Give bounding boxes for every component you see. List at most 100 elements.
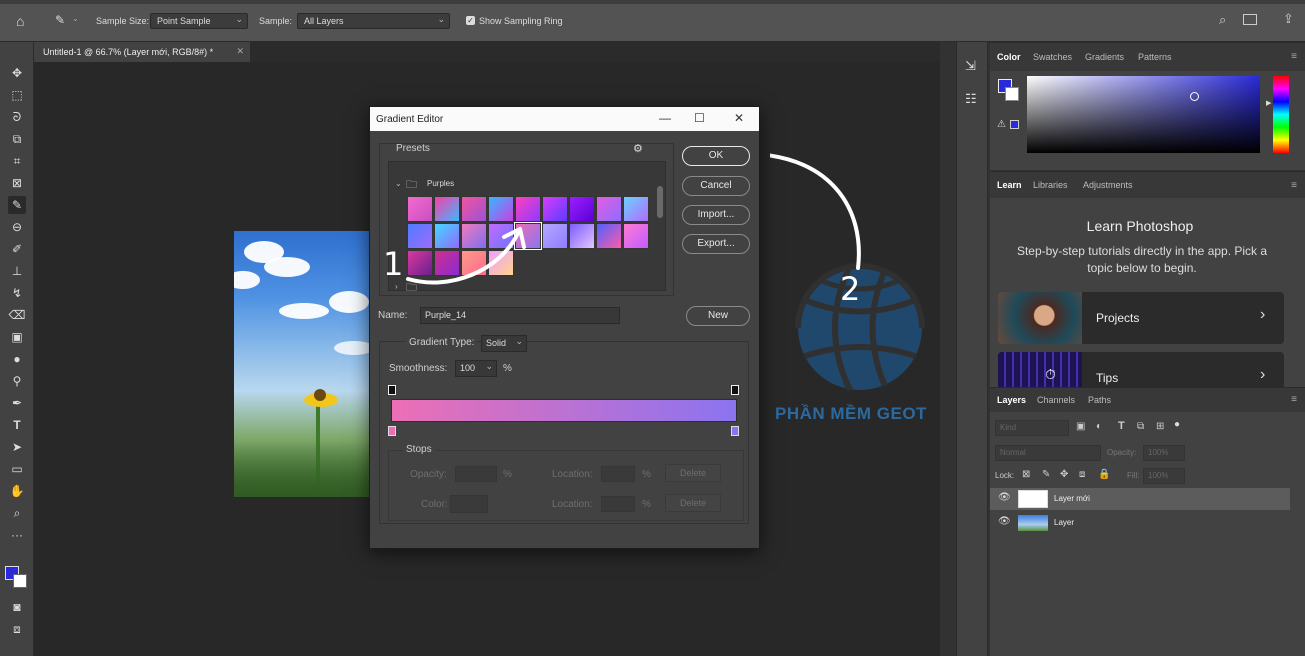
lock-artboard-icon[interactable]: ⧈ (1079, 469, 1085, 480)
tab-swatches[interactable]: Swatches (1033, 52, 1072, 62)
zoom-tool-icon[interactable]: ⌕ (8, 504, 26, 522)
gradient-preset-swatch[interactable] (488, 196, 514, 222)
color-picker-ring[interactable] (1190, 92, 1199, 101)
tab-gradients[interactable]: Gradients (1085, 52, 1124, 62)
ok-button[interactable]: OK (682, 146, 750, 166)
layer-row[interactable]: 👁 Layer mới (990, 488, 1290, 510)
layer-kind-filter[interactable]: Kind (995, 420, 1069, 436)
gradient-preset-swatch[interactable] (407, 196, 433, 222)
gradient-name-input[interactable]: Purple_14 (420, 307, 620, 324)
panel-menu-icon[interactable]: ≡ (1291, 51, 1297, 62)
tab-channels[interactable]: Channels (1037, 395, 1075, 405)
path-select-icon[interactable]: ➤ (8, 438, 26, 456)
more-tools-icon[interactable]: ··· (8, 526, 26, 544)
gear-icon[interactable]: ⚙ (633, 142, 643, 155)
export-button[interactable]: Export... (682, 234, 750, 254)
maximize-icon[interactable]: ☐ (694, 111, 705, 125)
gradient-preset-swatch[interactable] (596, 223, 622, 249)
frame-tool-icon[interactable]: ⊠ (8, 174, 26, 192)
eraser-tool-icon[interactable]: ⌫ (8, 306, 26, 324)
gradient-preset-swatch[interactable] (623, 196, 649, 222)
screen-mode-icon[interactable]: ⧈ (8, 620, 26, 638)
sample-size-select[interactable]: Point Sample ⌄ (150, 13, 248, 29)
gradient-preview-bar[interactable] (391, 399, 737, 422)
layer-row[interactable]: 👁 Layer (990, 512, 1290, 534)
dodge-tool-icon[interactable]: ⚲ (8, 372, 26, 390)
history-panel-icon[interactable]: ⇲ (965, 58, 976, 74)
gradient-preset-swatch[interactable] (515, 196, 541, 222)
color-field[interactable] (1027, 76, 1260, 153)
lasso-tool-icon[interactable]: ᘐ (8, 108, 26, 126)
presets-scrollbar[interactable] (657, 166, 663, 288)
tab-learn[interactable]: Learn (997, 180, 1022, 190)
cancel-button[interactable]: Cancel (682, 176, 750, 196)
gradient-type-select[interactable]: Solid ⌄ (481, 335, 527, 352)
new-button[interactable]: New (686, 306, 750, 326)
filter-toggle-icon[interactable]: ● (1174, 419, 1180, 430)
scroll-thumb[interactable] (657, 186, 663, 218)
gradient-preset-swatch[interactable] (542, 223, 568, 249)
import-button[interactable]: Import... (682, 205, 750, 225)
chevron-down-icon[interactable]: ⌄ (72, 14, 79, 23)
gradient-preset-swatch[interactable] (569, 196, 595, 222)
marquee-tool-icon[interactable]: ⬚ (8, 86, 26, 104)
gradient-preset-swatch[interactable] (542, 196, 568, 222)
tab-paths[interactable]: Paths (1088, 395, 1111, 405)
close-icon[interactable]: ✕ (734, 111, 744, 125)
chevron-down-icon[interactable]: ⌄ (395, 179, 402, 188)
close-icon[interactable]: ✕ (236, 46, 244, 57)
stamp-tool-icon[interactable]: ⊥ (8, 262, 26, 280)
object-select-tool-icon[interactable]: ⧉ (8, 130, 26, 148)
smoothness-input[interactable]: 100 ⌄ (455, 360, 497, 377)
lock-transparent-icon[interactable]: ⊠ (1022, 469, 1030, 480)
share-icon[interactable]: ⇪ (1283, 11, 1294, 27)
lock-all-icon[interactable]: 🔒 (1098, 469, 1110, 480)
quick-mask-icon[interactable]: ◙ (8, 598, 26, 616)
tips-card[interactable]: ⏱ Tips › (998, 352, 1284, 388)
stop-color-swatch[interactable] (450, 495, 488, 513)
tab-adjustments[interactable]: Adjustments (1083, 180, 1133, 190)
search-icon[interactable]: ⌕ (1219, 12, 1226, 28)
fill-input[interactable]: 100% (1143, 468, 1185, 484)
lock-position-icon[interactable]: ✥ (1060, 469, 1068, 480)
gradient-preset-swatch[interactable] (596, 196, 622, 222)
stop-opacity-input[interactable] (455, 466, 497, 482)
stop-opacity-location-input[interactable] (601, 466, 635, 482)
tab-color[interactable]: Color (997, 52, 1021, 62)
gradient-preset-swatch[interactable] (569, 223, 595, 249)
gradient-tool-icon[interactable]: ▣ (8, 328, 26, 346)
sample-select[interactable]: All Layers ⌄ (297, 13, 450, 29)
gradient-preset-swatch[interactable] (461, 196, 487, 222)
panel-menu-icon[interactable]: ≡ (1291, 180, 1297, 191)
hue-slider[interactable] (1273, 76, 1289, 153)
background-color[interactable] (13, 574, 27, 588)
hand-tool-icon[interactable]: ✋ (8, 482, 26, 500)
filter-adjustment-icon[interactable]: ◐ (1096, 421, 1102, 432)
blur-tool-icon[interactable]: ● (8, 350, 26, 368)
color-stop-left[interactable] (388, 426, 396, 436)
layer-opacity-input[interactable]: 100% (1143, 445, 1185, 461)
delete-color-stop-button[interactable]: Delete (665, 494, 721, 512)
stop-color-location-input[interactable] (601, 496, 635, 512)
eyedropper-icon[interactable]: ✎ (55, 13, 65, 27)
filter-pixel-icon[interactable]: ▣ (1076, 421, 1085, 432)
workspace-icon[interactable] (1243, 14, 1257, 25)
lock-pixels-icon[interactable]: ✎ (1042, 469, 1050, 480)
minimize-icon[interactable]: — (659, 111, 671, 125)
gamut-swatch[interactable] (1010, 120, 1019, 129)
crop-tool-icon[interactable]: ⌗ (8, 152, 26, 170)
home-icon[interactable]: ⌂ (16, 13, 24, 29)
document-tab[interactable]: Untitled-1 @ 66.7% (Layer mới, RGB/8#) *… (34, 42, 250, 62)
tab-libraries[interactable]: Libraries (1033, 180, 1068, 190)
move-tool-icon[interactable]: ✥ (8, 64, 26, 82)
gradient-preset-swatch[interactable] (434, 196, 460, 222)
tab-patterns[interactable]: Patterns (1138, 52, 1172, 62)
filter-smart-object-icon[interactable]: ⊞ (1156, 421, 1164, 432)
show-ring-checkbox[interactable]: ✓ (466, 16, 475, 25)
properties-panel-icon[interactable]: ☷ (965, 91, 977, 107)
history-brush-icon[interactable]: ↯ (8, 284, 26, 302)
delete-opacity-stop-button[interactable]: Delete (665, 464, 721, 482)
background-swatch[interactable] (1005, 87, 1019, 101)
healing-tool-icon[interactable]: ⊖ (8, 218, 26, 236)
panel-menu-icon[interactable]: ≡ (1291, 394, 1297, 405)
